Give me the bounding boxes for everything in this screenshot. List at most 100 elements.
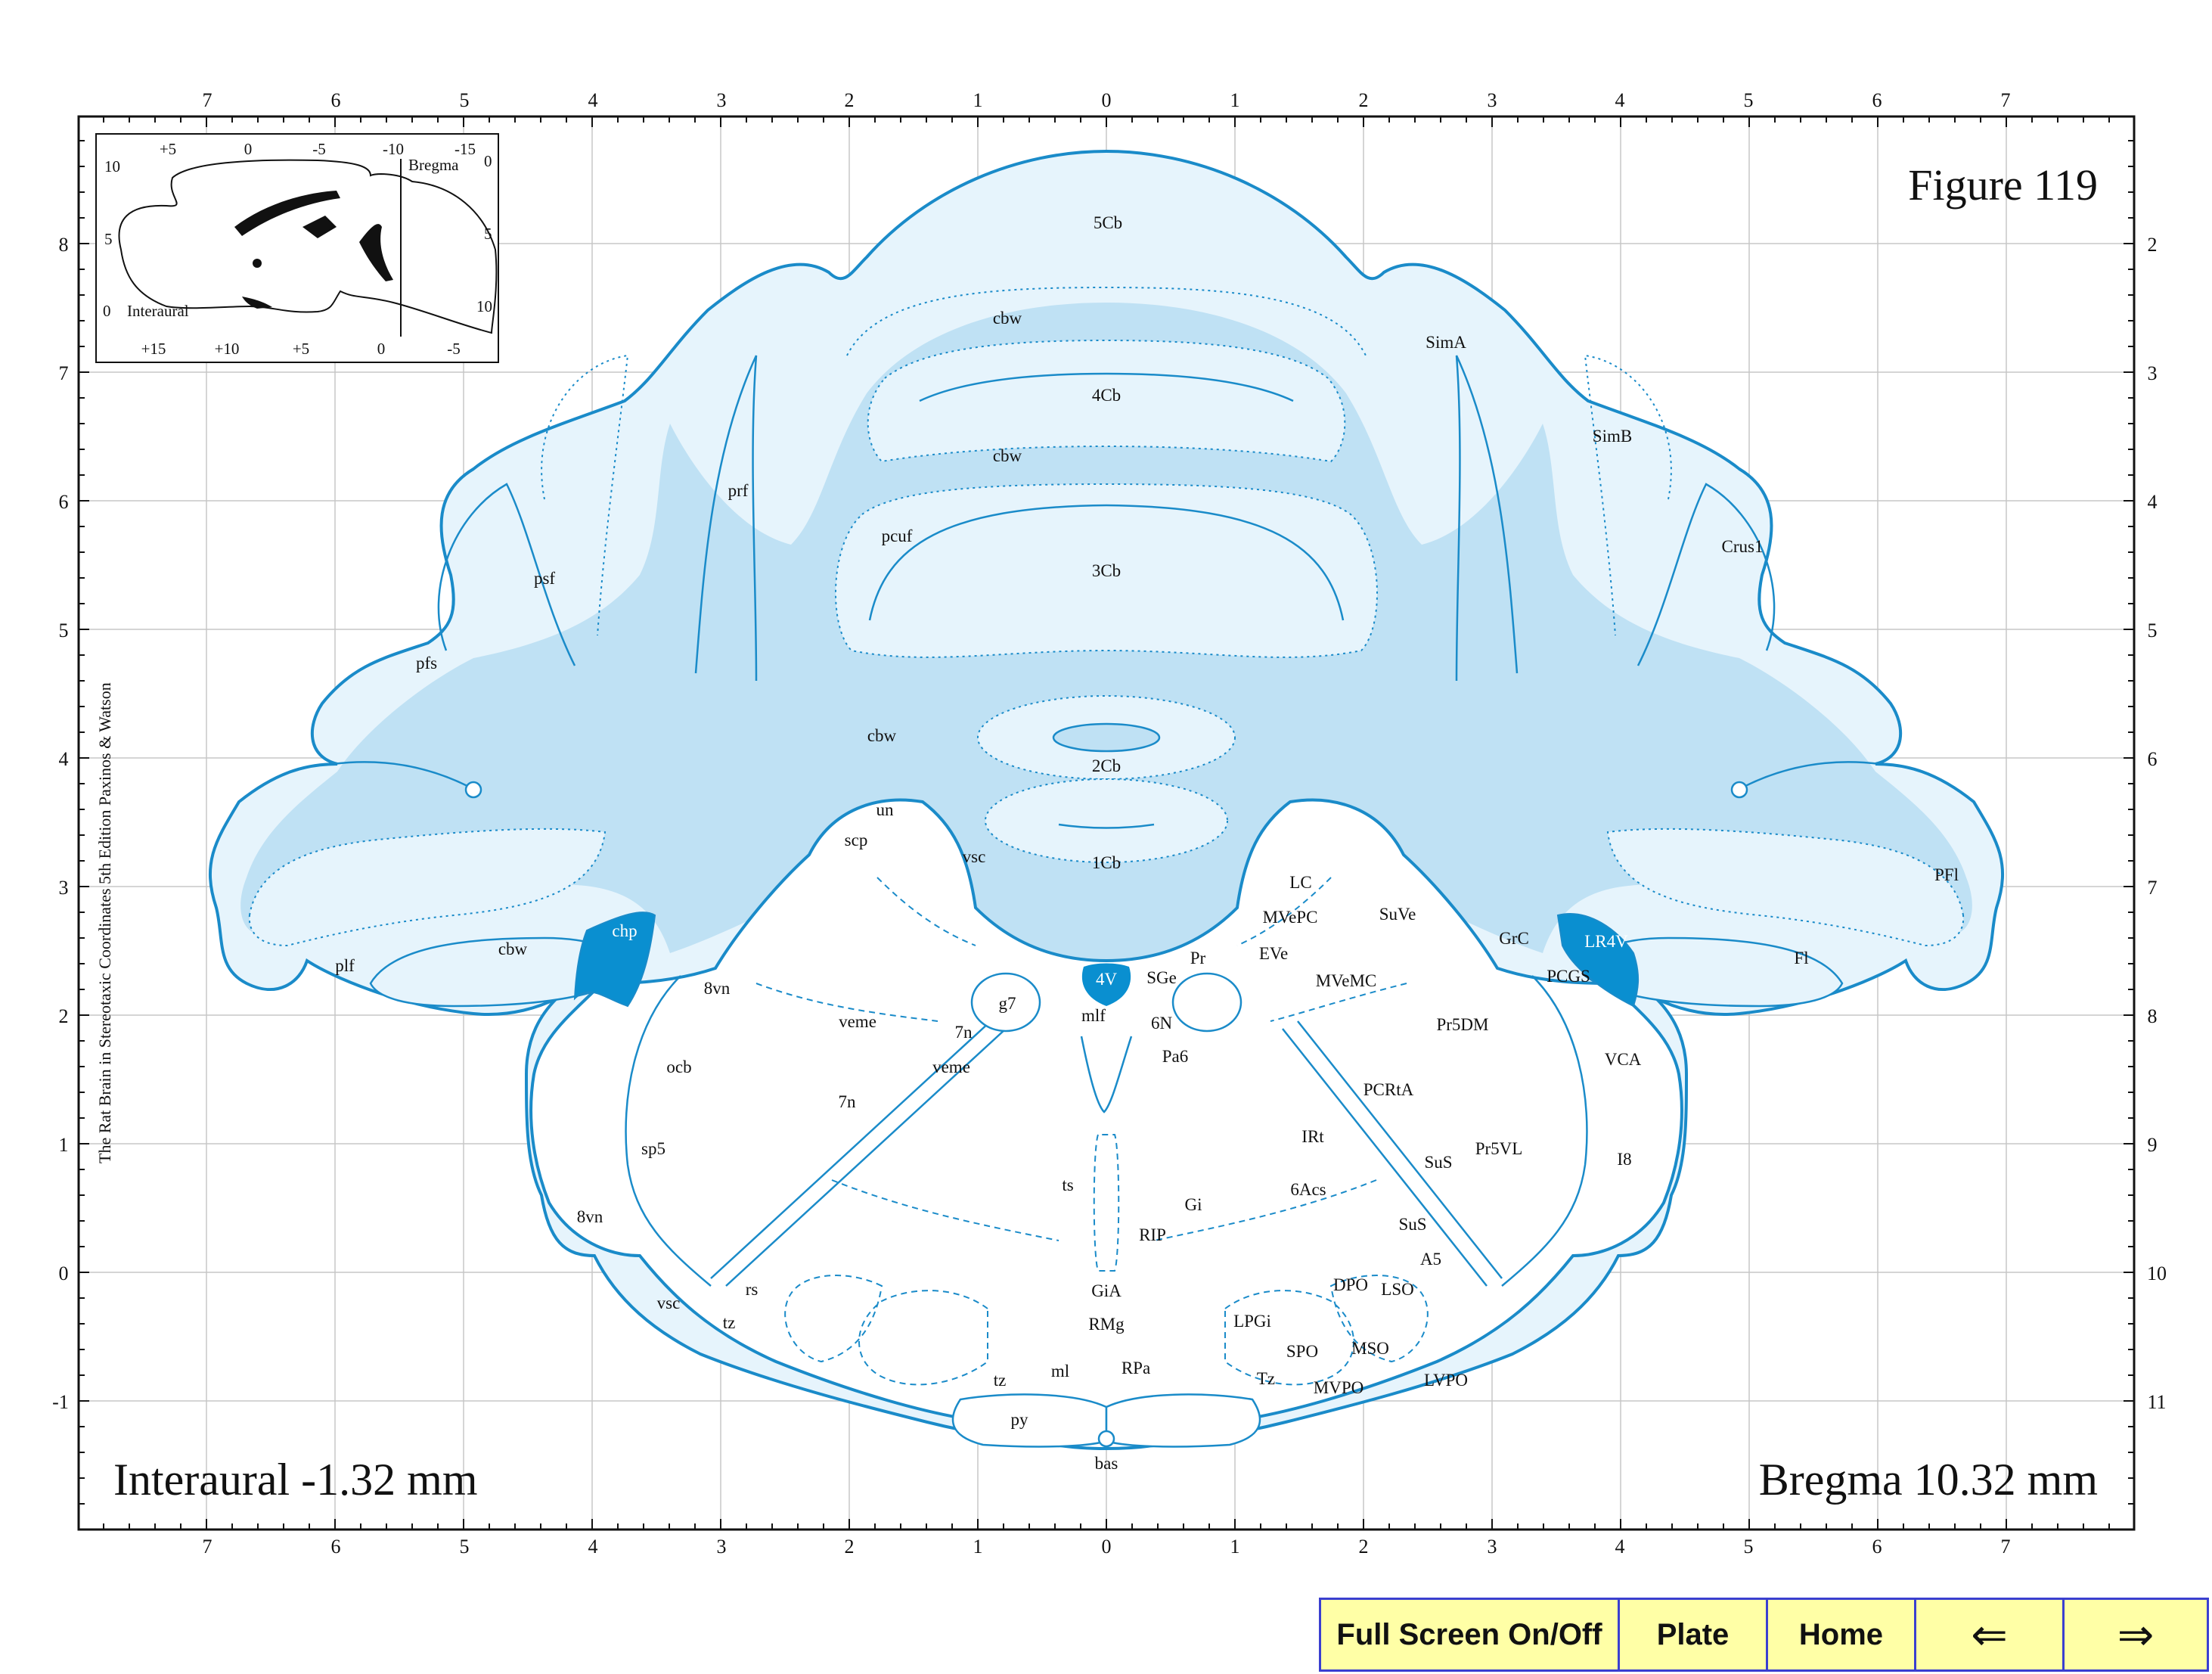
label-1Cb: 1Cb <box>1092 853 1121 872</box>
basilar-artery <box>1097 1430 1115 1448</box>
label-veme: veme <box>839 1012 876 1031</box>
pyramid-left <box>951 1393 1108 1448</box>
right-tick: 10 <box>2147 1262 2167 1284</box>
label-A5: A5 <box>1420 1250 1441 1269</box>
label-plf: plf <box>335 956 355 975</box>
bottom-tick: 5 <box>460 1536 470 1558</box>
figure-title: Figure 119 <box>1908 160 2098 210</box>
top-tick: 6 <box>331 89 341 111</box>
inset-left-tick: 10 <box>104 157 120 175</box>
bottom-tick: 1 <box>1230 1536 1240 1558</box>
label-chp: chp <box>612 921 637 940</box>
label-Pr5VL: Pr5VL <box>1475 1139 1523 1158</box>
label-DPO: DPO <box>1333 1275 1368 1294</box>
right-tick: 9 <box>2148 1134 2158 1156</box>
bottom-tick: 7 <box>2001 1536 2011 1558</box>
label-cbw: cbw <box>498 939 528 958</box>
label-SPO: SPO <box>1286 1342 1318 1361</box>
label-tz: tz <box>723 1313 736 1332</box>
label-ts: ts <box>1062 1176 1073 1194</box>
bottom-tick: 1 <box>973 1536 983 1558</box>
inset-top-tick: -5 <box>312 140 326 158</box>
label-psf: psf <box>534 569 555 588</box>
label-SGe: SGe <box>1146 968 1177 987</box>
right-tick: 7 <box>2148 877 2158 899</box>
right-tick: 2 <box>2148 234 2158 256</box>
right-tick: 11 <box>2147 1391 2166 1413</box>
label-SuVe: SuVe <box>1379 905 1416 924</box>
plate-button[interactable]: Plate <box>1620 1600 1768 1669</box>
label-RIP: RIP <box>1139 1225 1166 1244</box>
bottom-tick: 4 <box>1615 1536 1625 1558</box>
label-LR4V: LR4V <box>1584 932 1628 951</box>
bottom-tick: 3 <box>1488 1536 1497 1558</box>
left-tick: 7 <box>59 362 69 384</box>
bottom-tick: 6 <box>1872 1536 1882 1558</box>
label-cbw: cbw <box>993 309 1022 328</box>
label-pfs: pfs <box>416 654 437 672</box>
pyramid-right <box>1105 1393 1261 1448</box>
interaural-caption: Interaural -1.32 mm <box>113 1455 478 1505</box>
label-Crus1: Crus1 <box>1722 537 1764 556</box>
inset-top-tick: 0 <box>244 140 253 158</box>
label-3Cb: 3Cb <box>1092 561 1121 580</box>
label-PCRtA: PCRtA <box>1363 1080 1414 1099</box>
top-tick: 1 <box>1230 89 1240 111</box>
label-GrC: GrC <box>1499 929 1529 948</box>
top-tick: 1 <box>973 89 983 111</box>
label-EVe: EVe <box>1259 944 1288 963</box>
atlas-plate: 7 6 5 4 3 2 1 0 1 2 3 4 5 6 7 7 6 5 4 3 … <box>52 89 2167 1558</box>
label-MVPO: MVPO <box>1314 1378 1363 1397</box>
previous-arrow-button[interactable]: ⇐ <box>1916 1600 2065 1669</box>
left-tick: 1 <box>59 1134 69 1156</box>
navigation-bar: Full Screen On/Off Plate Home ⇐ ⇒ <box>1319 1598 2209 1672</box>
left-tick: 5 <box>59 620 69 641</box>
bottom-tick: 3 <box>717 1536 727 1558</box>
label-Pr: Pr <box>1190 949 1206 967</box>
label-2Cb: 2Cb <box>1092 756 1121 775</box>
bottom-tick-labels: 7 6 5 4 3 2 1 0 1 2 3 4 5 6 7 <box>203 1536 2011 1558</box>
label-cbw: cbw <box>993 446 1022 465</box>
label-PCGS: PCGS <box>1547 967 1590 986</box>
home-button[interactable]: Home <box>1768 1600 1916 1669</box>
top-tick: 5 <box>1744 89 1754 111</box>
label-vsc: vsc <box>657 1294 681 1312</box>
top-tick: 2 <box>1359 89 1369 111</box>
left-tick: -1 <box>52 1391 69 1413</box>
atlas-credit: The Rat Brain in Stereotaxic Coordinates… <box>95 682 114 1163</box>
label-prf: prf <box>728 481 749 500</box>
inset-bottom-tick: -5 <box>447 340 461 358</box>
top-tick: 5 <box>460 89 470 111</box>
top-tick: 6 <box>1872 89 1882 111</box>
label-SuS: SuS <box>1424 1153 1452 1172</box>
top-tick: 4 <box>1615 89 1625 111</box>
top-tick: 0 <box>1102 89 1112 111</box>
left-tick: 6 <box>59 491 69 513</box>
label-SimB: SimB <box>1593 427 1632 446</box>
right-tick: 3 <box>2148 362 2158 384</box>
inset-bottom-tick: +5 <box>293 340 309 358</box>
label-Gi: Gi <box>1185 1195 1202 1214</box>
label-IRt: IRt <box>1301 1127 1324 1146</box>
label-RPa: RPa <box>1122 1359 1150 1377</box>
next-arrow-button[interactable]: ⇒ <box>2065 1600 2207 1669</box>
label-6N: 6N <box>1151 1014 1173 1033</box>
inset-right-tick: 5 <box>484 225 492 243</box>
left-tick: 3 <box>59 877 69 899</box>
label-5Cb: 5Cb <box>1094 213 1122 232</box>
bottom-tick: 4 <box>588 1536 598 1558</box>
fullscreen-toggle-button[interactable]: Full Screen On/Off <box>1321 1600 1620 1669</box>
inset-interaural-label: Interaural <box>127 302 189 320</box>
lobule-2Cb-core <box>1052 722 1161 753</box>
right-tick: 5 <box>2148 620 2158 641</box>
top-tick: 7 <box>2001 89 2011 111</box>
top-tick: 2 <box>845 89 855 111</box>
left-tick-labels: 8 7 6 5 4 3 2 1 0 -1 <box>52 234 69 1413</box>
label-PFl: PFl <box>1934 865 1959 884</box>
bottom-tick: 7 <box>203 1536 213 1558</box>
lobule-1Cb <box>985 778 1228 863</box>
inset-right-tick: 0 <box>484 152 492 170</box>
label-I8: I8 <box>1617 1150 1631 1169</box>
label-LPGi: LPGi <box>1233 1312 1271 1331</box>
bottom-tick: 0 <box>1102 1536 1112 1558</box>
